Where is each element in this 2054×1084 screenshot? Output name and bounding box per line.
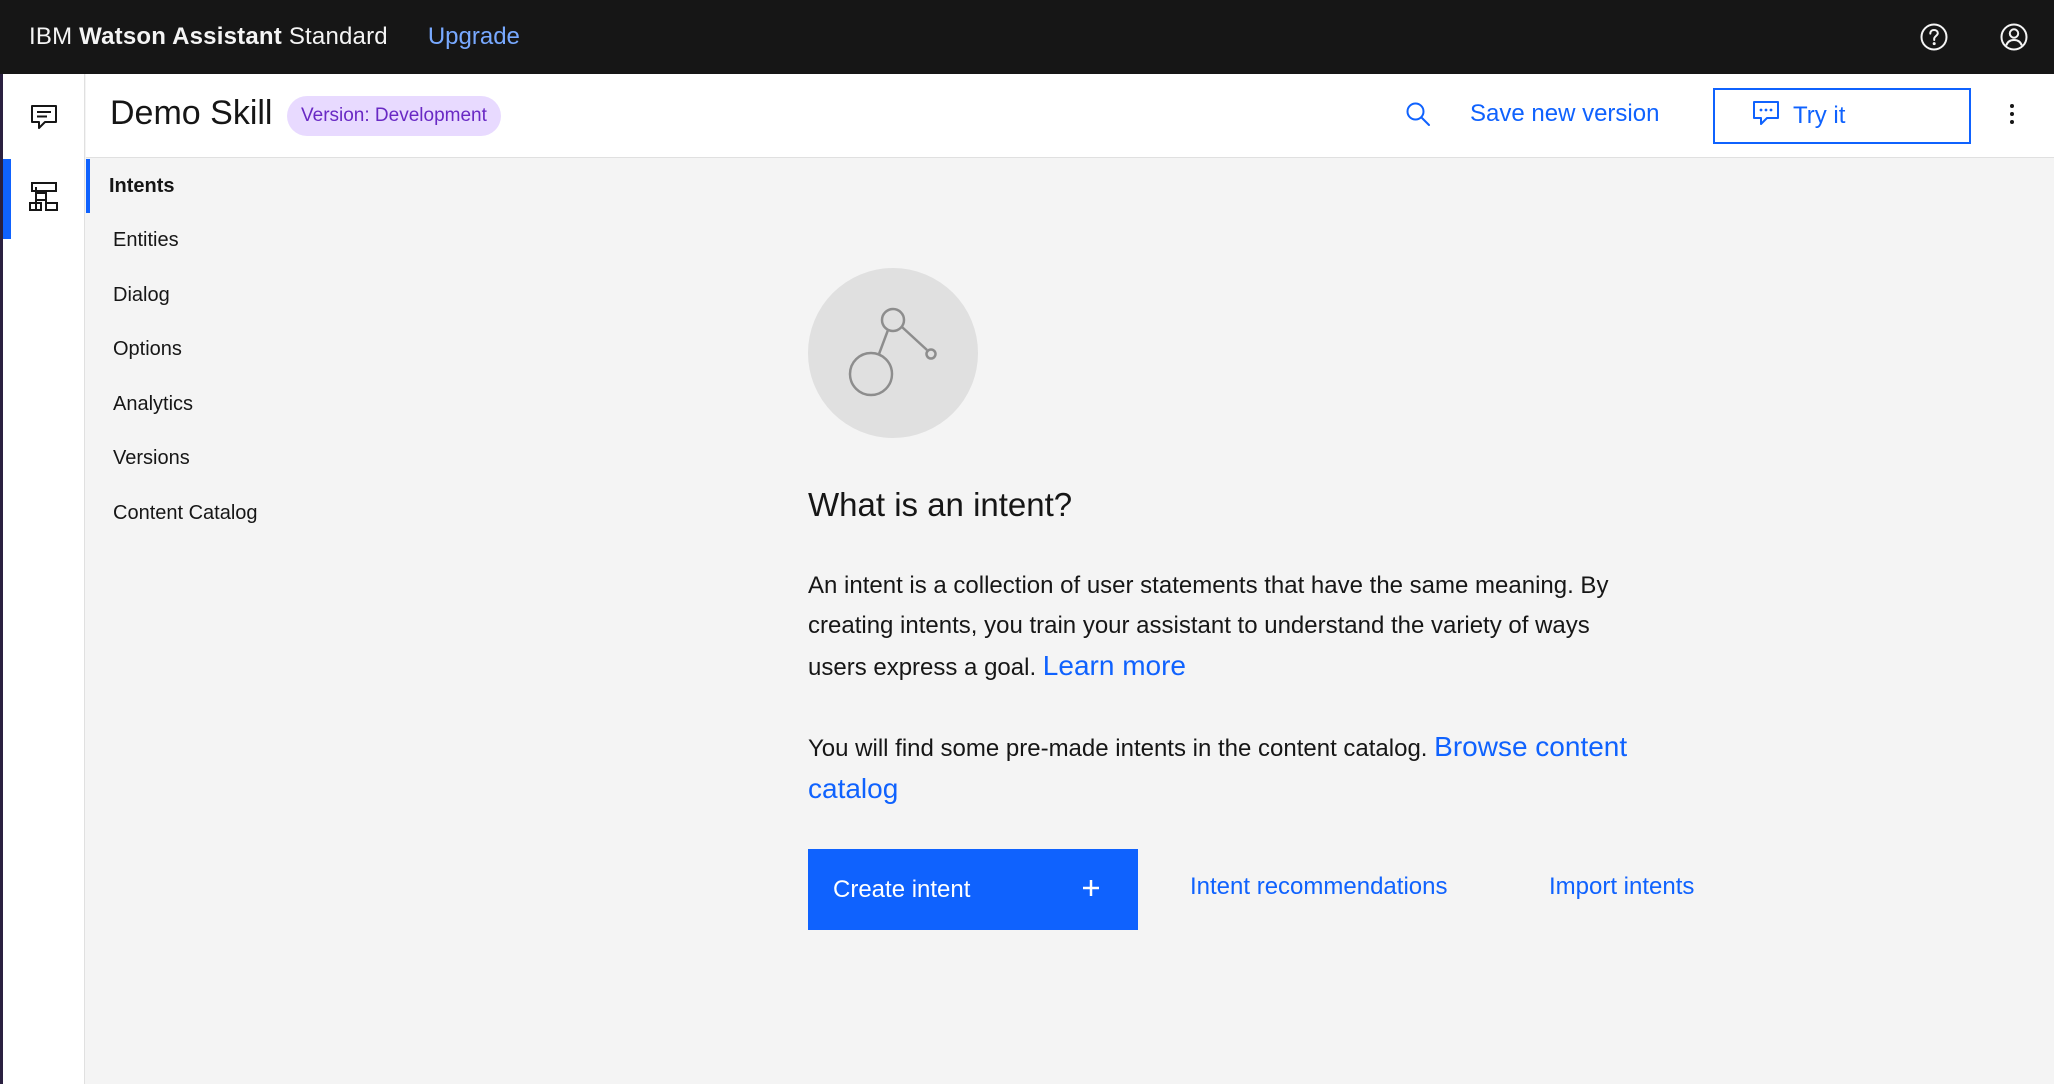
intent-illustration <box>808 268 978 438</box>
rail-item-assistants[interactable] <box>3 79 85 159</box>
search-icon <box>1405 101 1431 132</box>
catalog-hint: You will find some pre-made intents in t… <box>808 727 1628 811</box>
overflow-menu-button[interactable] <box>1990 94 2034 138</box>
nav-item-versions[interactable]: Versions <box>86 432 386 487</box>
nav-item-content-catalog[interactable]: Content Catalog <box>86 486 386 541</box>
rail-item-skills[interactable] <box>3 159 85 239</box>
catalog-hint-text: You will find some pre-made intents in t… <box>808 735 1435 762</box>
try-it-label: Try it <box>1793 102 1846 129</box>
skill-title: Demo Skill <box>110 94 273 132</box>
header-actions <box>1894 0 2054 74</box>
empty-state-title: What is an intent? <box>808 486 1073 523</box>
try-it-button[interactable]: Try it <box>1713 88 1971 144</box>
search-button[interactable] <box>1396 94 1440 138</box>
brand-name: Watson Assistant <box>79 23 282 50</box>
skills-icon <box>27 180 61 219</box>
brand-plan: Standard <box>288 23 388 50</box>
nav-item-analytics[interactable]: Analytics <box>86 377 386 432</box>
create-intent-label: Create intent <box>833 875 971 903</box>
intent-description-text: An intent is a collection of user statem… <box>808 572 1609 681</box>
brand-prefix: IBM <box>29 23 73 50</box>
version-tag: Version: Development <box>287 96 501 136</box>
intent-recommendations-button[interactable]: Intent recommendations <box>1190 873 1447 901</box>
plus-icon <box>1080 877 1102 906</box>
skill-header: Demo Skill Version: Development Save new… <box>86 74 2054 158</box>
nav-item-entities[interactable]: Entities <box>86 214 386 269</box>
help-icon[interactable] <box>1894 0 1974 74</box>
save-new-version-button[interactable]: Save new version <box>1470 100 1659 128</box>
left-rail <box>0 74 85 1084</box>
learn-more-link[interactable]: Learn more <box>1043 650 1186 681</box>
nav-item-options[interactable]: Options <box>86 323 386 378</box>
intent-graph-icon <box>848 307 937 397</box>
upgrade-link[interactable]: Upgrade <box>428 23 520 51</box>
overflow-menu-icon <box>2008 103 2016 130</box>
import-intents-button[interactable]: Import intents <box>1549 873 1694 901</box>
chat-icon <box>28 101 60 138</box>
empty-state-description: An intent is a collection of user statem… <box>808 566 1628 688</box>
user-avatar-icon[interactable] <box>1974 0 2054 74</box>
top-header: IBM Watson Assistant Standard Upgrade <box>0 0 2054 74</box>
create-intent-button[interactable]: Create intent <box>808 849 1138 930</box>
nav-item-dialog[interactable]: Dialog <box>86 268 386 323</box>
chat-bubble-icon <box>1751 99 1781 134</box>
skill-side-nav: Intents Entities Dialog Options Analytic… <box>86 159 386 541</box>
product-name: IBM Watson Assistant Standard <box>29 23 388 51</box>
nav-item-intents[interactable]: Intents <box>86 159 386 214</box>
